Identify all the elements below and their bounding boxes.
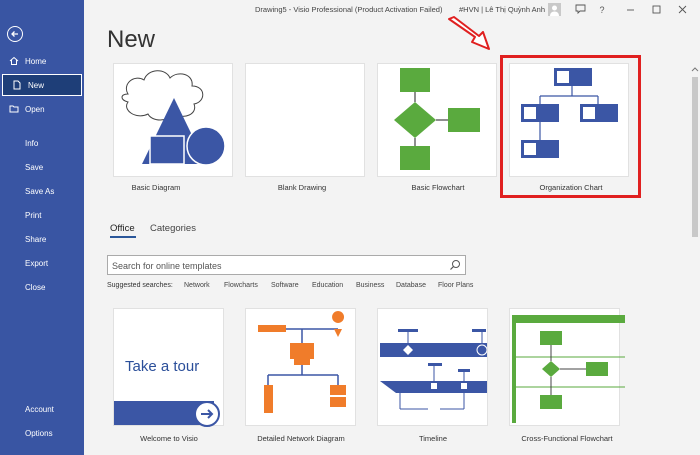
template-label: Blank Drawing xyxy=(277,183,327,192)
template-timeline[interactable] xyxy=(377,308,488,426)
sidebar-item-label: Open xyxy=(25,104,45,114)
sidebar-item-open[interactable]: Open xyxy=(0,98,84,120)
search-box xyxy=(107,255,466,275)
sidebar-item-label: New xyxy=(28,80,45,90)
template-welcome-to-visio[interactable]: Take a tour xyxy=(113,308,224,427)
sidebar-item-new[interactable]: New xyxy=(2,74,82,96)
template-label: Basic Flowchart xyxy=(411,183,465,192)
sidebar-item-account[interactable]: Account xyxy=(0,398,84,420)
network-diagram-thumbnail xyxy=(258,311,346,413)
suggested-search-software[interactable]: Software xyxy=(271,282,299,289)
search-icon[interactable] xyxy=(449,259,461,271)
sidebar-item-label: Account xyxy=(25,404,54,414)
maximize-icon[interactable] xyxy=(651,3,661,16)
help-label: ? xyxy=(599,4,605,15)
active-tab-indicator xyxy=(110,236,136,238)
window-title: Drawing5 - Visio Professional (Product A… xyxy=(255,5,443,14)
arrow-right-icon xyxy=(194,401,220,427)
sidebar-item-save[interactable]: Save xyxy=(0,156,84,178)
sidebar-item-label: Save As xyxy=(25,186,55,196)
template-basic-diagram[interactable] xyxy=(113,63,233,177)
suggested-search-business[interactable]: Business xyxy=(356,282,384,289)
basic-flowchart-thumbnail xyxy=(394,68,480,170)
annotation-arrow-icon xyxy=(448,16,490,50)
suggested-search-floor-plans[interactable]: Floor Plans xyxy=(438,282,473,289)
sidebar-item-save-as[interactable]: Save As xyxy=(0,180,84,202)
template-cross-functional-flowchart[interactable] xyxy=(509,308,625,426)
vertical-scrollbar[interactable] xyxy=(690,62,700,455)
sidebar-item-label: Export xyxy=(25,258,49,268)
sidebar-item-label: Info xyxy=(25,138,39,148)
template-label: Organization Chart xyxy=(539,183,603,192)
template-label: Timeline xyxy=(418,434,448,443)
feedback-icon[interactable] xyxy=(574,3,586,16)
sidebar-item-options[interactable]: Options xyxy=(0,422,84,444)
basic-diagram-thumbnail xyxy=(121,70,226,166)
template-label: Welcome to Visio xyxy=(140,434,198,443)
sidebar-item-label: Save xyxy=(25,162,44,172)
suggested-search-database[interactable]: Database xyxy=(396,282,426,289)
page-title: New xyxy=(107,26,156,53)
template-basic-flowchart[interactable] xyxy=(377,63,497,177)
sidebar-item-print[interactable]: Print xyxy=(0,204,84,226)
sidebar-item-share[interactable]: Share xyxy=(0,228,84,250)
sidebar-item-label: Close xyxy=(25,282,46,292)
home-icon xyxy=(9,56,19,65)
scroll-thumb[interactable] xyxy=(692,77,698,237)
help-icon[interactable]: ? xyxy=(597,3,607,16)
timeline-thumbnail xyxy=(380,329,488,410)
avatar[interactable] xyxy=(548,3,561,16)
search-input[interactable] xyxy=(112,259,442,272)
suggested-search-flowcharts[interactable]: Flowcharts xyxy=(224,282,258,289)
sidebar-item-export[interactable]: Export xyxy=(0,252,84,274)
cross-functional-flowchart-thumbnail xyxy=(512,315,625,423)
sidebar-item-info[interactable]: Info xyxy=(0,132,84,154)
highlight-annotation xyxy=(500,55,641,198)
template-blank-drawing[interactable] xyxy=(245,63,365,177)
sidebar-item-label: Print xyxy=(25,210,42,220)
close-icon[interactable] xyxy=(677,3,687,16)
user-name[interactable]: #HVN | Lê Thị Quỳnh Anh xyxy=(459,5,545,14)
suggested-search-education[interactable]: Education xyxy=(312,282,343,289)
tab-categories[interactable]: Categories xyxy=(150,223,196,234)
tab-office[interactable]: Office xyxy=(110,223,135,234)
sidebar-item-label: Share xyxy=(25,234,47,244)
back-arrow-icon[interactable] xyxy=(7,26,23,42)
title-bar: Drawing5 - Visio Professional (Product A… xyxy=(84,0,700,20)
minimize-icon[interactable] xyxy=(625,3,635,16)
template-label: Detailed Network Diagram xyxy=(257,434,345,443)
scroll-up-icon[interactable] xyxy=(690,64,700,74)
template-label: Cross-Functional Flowchart xyxy=(521,434,613,443)
sidebar-item-label: Options xyxy=(25,428,53,438)
backstage-sidebar: Home New Open Info Save Save As Print Sh… xyxy=(0,0,84,455)
template-label: Basic Diagram xyxy=(131,183,181,192)
new-document-icon xyxy=(13,80,21,90)
sidebar-item-close[interactable]: Close xyxy=(0,276,84,298)
template-detailed-network-diagram[interactable] xyxy=(245,308,356,426)
tour-text: Take a tour xyxy=(125,358,200,375)
suggested-searches-label: Suggested searches: xyxy=(107,282,173,289)
sidebar-item-home[interactable]: Home xyxy=(0,50,84,72)
suggested-search-network[interactable]: Network xyxy=(184,282,210,289)
folder-icon xyxy=(9,105,19,113)
sidebar-item-label: Home xyxy=(25,56,47,66)
